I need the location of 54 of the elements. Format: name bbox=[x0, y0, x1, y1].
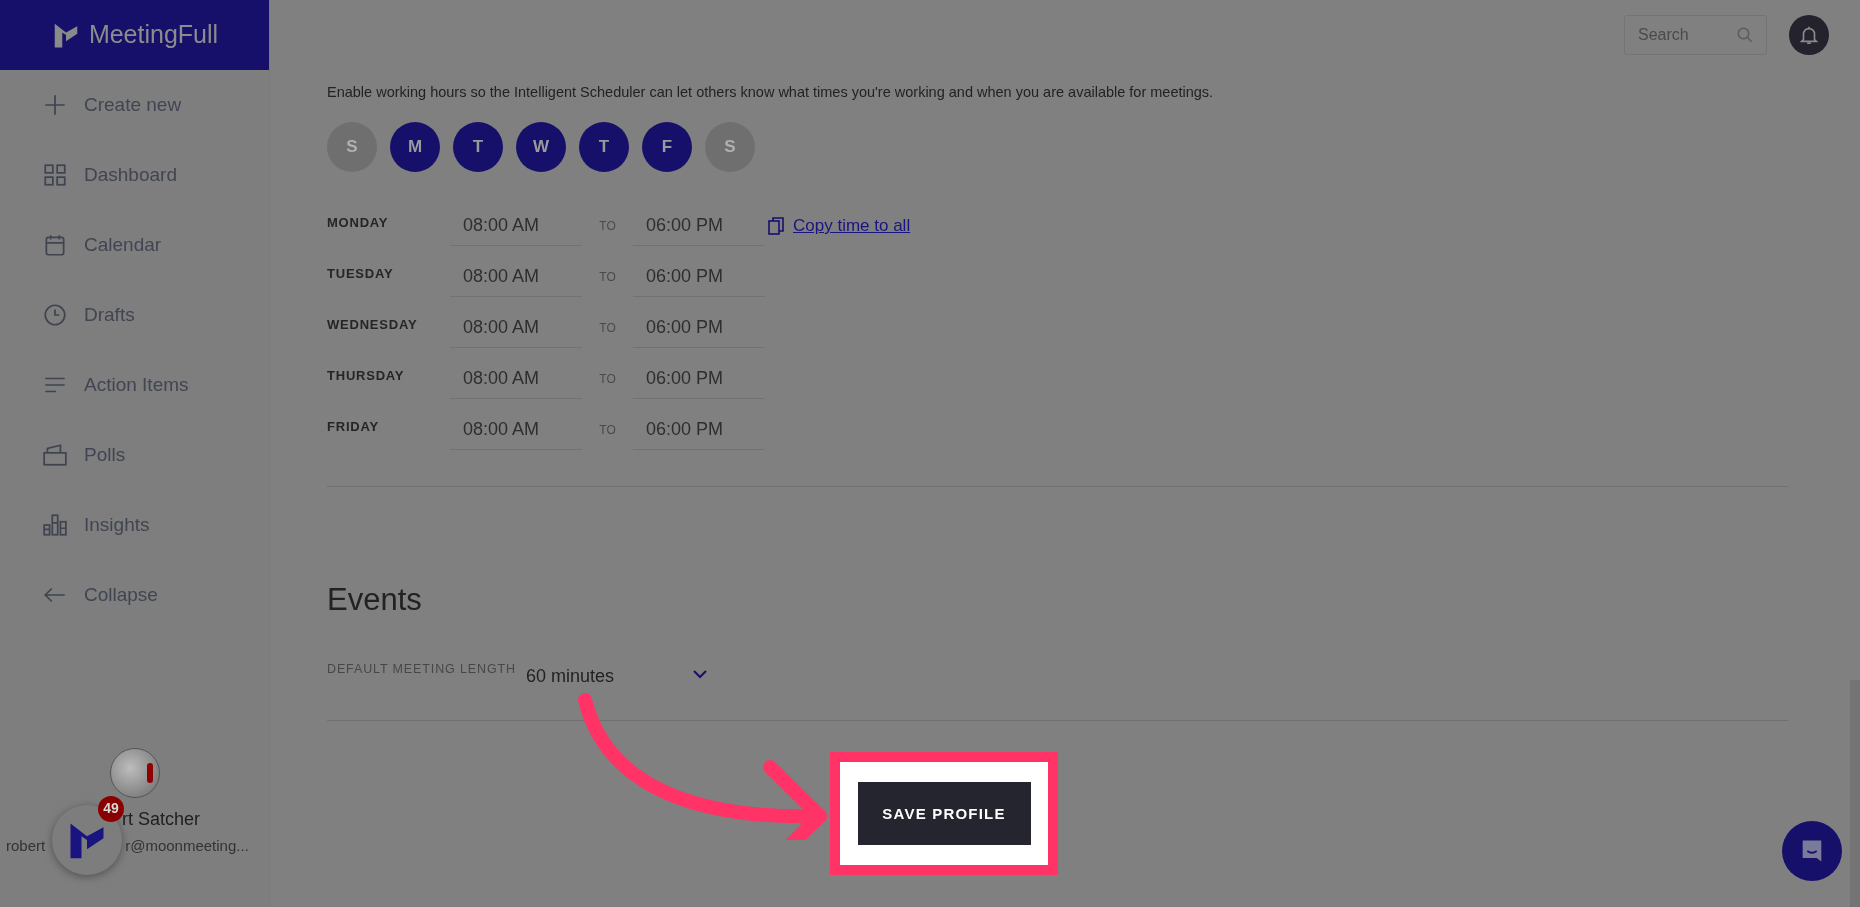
day-label: TUESDAY bbox=[327, 265, 395, 283]
plus-icon bbox=[42, 92, 68, 118]
meeting-length-dropdown[interactable]: 60 minutes bbox=[525, 663, 716, 691]
notifications-button[interactable] bbox=[1789, 15, 1829, 55]
day-toggle[interactable]: M bbox=[390, 121, 440, 172]
end-time-field[interactable]: 06:00 PM bbox=[633, 409, 765, 450]
sidebar-item[interactable]: Polls bbox=[0, 420, 269, 490]
copy-icon bbox=[768, 216, 784, 235]
sidebar-item[interactable]: Create new bbox=[0, 70, 269, 140]
notification-badge: 49 bbox=[98, 795, 124, 822]
day-label: THURSDAY bbox=[327, 367, 406, 385]
day-label: WEDNESDAY bbox=[327, 316, 419, 334]
day-toggle[interactable]: T bbox=[453, 121, 503, 172]
day-label: MONDAY bbox=[327, 214, 390, 232]
sidebar-item[interactable]: Collapse bbox=[0, 560, 269, 630]
chat-button[interactable] bbox=[1782, 821, 1842, 881]
start-time-field[interactable]: 08:00 AM bbox=[450, 205, 582, 246]
sidebar-item[interactable]: Drafts bbox=[0, 280, 269, 350]
day-toggle[interactable]: S bbox=[327, 121, 377, 172]
sidebar-item[interactable]: Action Items bbox=[0, 350, 269, 420]
floating-logo-button[interactable] bbox=[52, 804, 122, 875]
start-time-field[interactable]: 08:00 AM bbox=[450, 409, 582, 450]
sidebar-item[interactable]: Dashboard bbox=[0, 140, 269, 210]
field-label: DEFAULT MEETING LENGTH bbox=[327, 661, 516, 679]
start-time-field[interactable]: 08:00 AM bbox=[450, 358, 582, 399]
sidebar-item[interactable]: Calendar bbox=[0, 210, 269, 280]
day-toggle[interactable]: S bbox=[705, 121, 755, 172]
user-email: robert bbox=[6, 835, 46, 856]
clock-icon bbox=[42, 302, 68, 328]
description-text: Enable working hours so the Intelligent Scheduler can let others know what times you're working and when you are available for meetings. bbox=[327, 83, 1215, 102]
bar-chart-icon bbox=[42, 512, 68, 538]
end-time-field[interactable]: 06:00 PM bbox=[633, 307, 765, 348]
day-toggle[interactable]: T bbox=[579, 121, 629, 172]
save-profile-button[interactable]: SAVE PROFILE bbox=[857, 782, 1031, 846]
day-toggle[interactable]: W bbox=[516, 121, 566, 172]
end-time-field[interactable]: 06:00 PM bbox=[633, 205, 765, 246]
ballot-box-icon bbox=[42, 442, 68, 468]
start-time-field[interactable]: 08:00 AM bbox=[450, 256, 582, 297]
sidebar-item[interactable]: Insights bbox=[0, 490, 269, 560]
day-toggle[interactable]: F bbox=[642, 121, 692, 172]
end-time-field[interactable]: 06:00 PM bbox=[633, 256, 765, 297]
calendar-icon bbox=[42, 232, 68, 258]
bell-icon bbox=[1798, 24, 1820, 46]
user-email: r@moonmeeting... bbox=[125, 835, 249, 856]
chevron-down-icon bbox=[691, 668, 708, 679]
start-time-field[interactable]: 08:00 AM bbox=[450, 307, 582, 348]
end-time-field[interactable]: 06:00 PM bbox=[633, 358, 765, 399]
section-title: Events bbox=[327, 580, 423, 619]
brand-name: MeetingFull bbox=[88, 19, 219, 51]
user-name: rt Satcher bbox=[122, 807, 201, 831]
day-label: FRIDAY bbox=[327, 418, 380, 436]
search-icon bbox=[1736, 26, 1754, 44]
copy-time-link[interactable]: Copy time to all bbox=[793, 213, 911, 239]
grid-icon bbox=[42, 162, 68, 188]
